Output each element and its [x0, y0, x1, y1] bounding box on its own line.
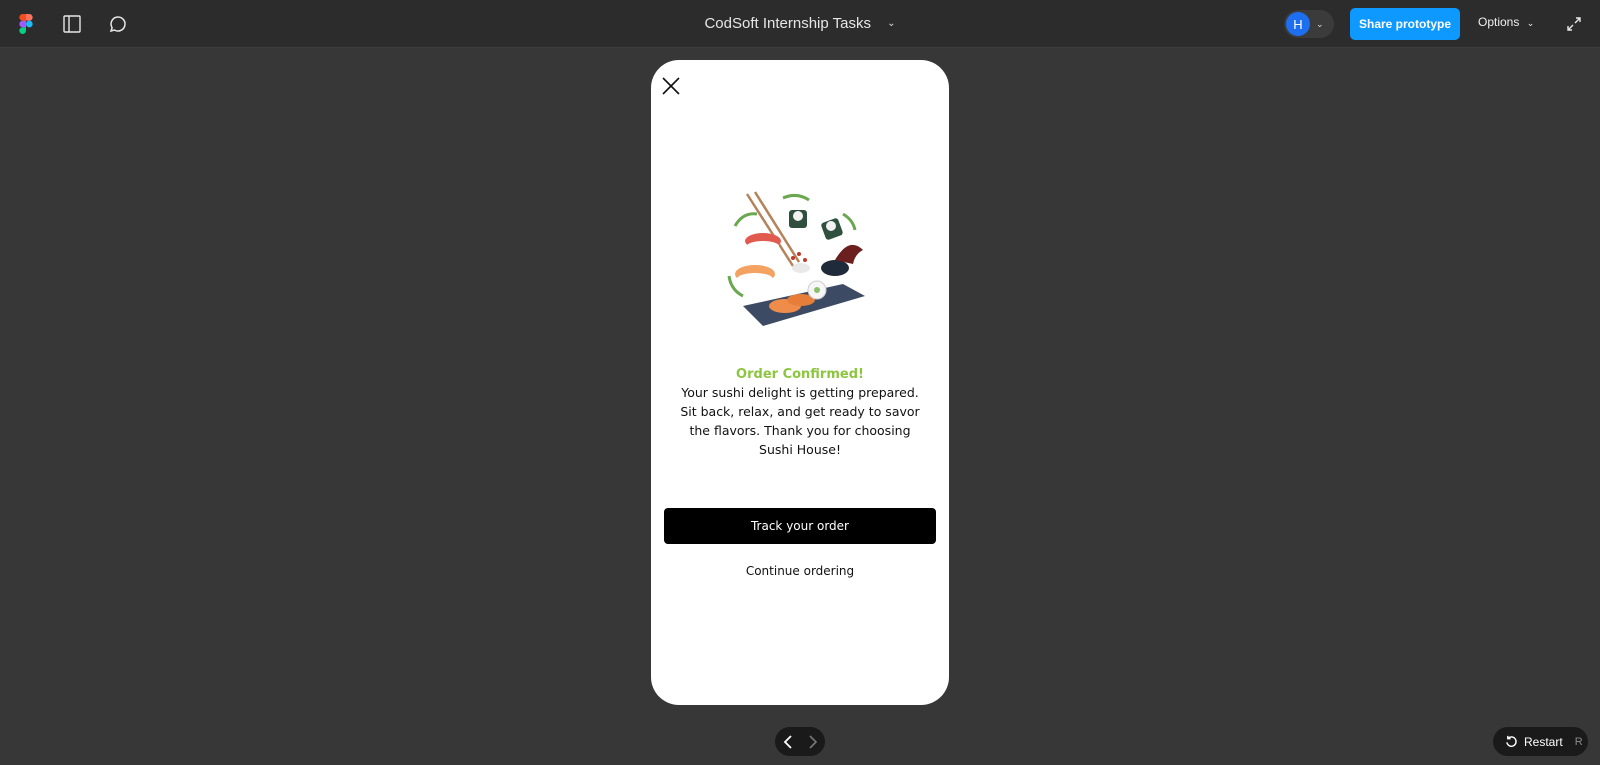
prototype-navigation — [775, 727, 825, 756]
sushi-illustration — [727, 191, 865, 326]
confirmation-body-text: Your sushi delight is getting prepared. … — [671, 383, 929, 459]
order-confirmed-heading: Order Confirmed! — [736, 367, 864, 382]
share-prototype-button[interactable]: Share prototype — [1350, 8, 1460, 40]
continue-ordering-link[interactable]: Continue ordering — [651, 564, 949, 578]
close-icon[interactable] — [661, 76, 681, 96]
restart-button[interactable]: Restart R — [1493, 727, 1588, 756]
order-confirmation-message: Order Confirmed! Your sushi delight is g… — [671, 367, 929, 459]
track-order-button[interactable]: Track your order — [664, 508, 936, 544]
chevron-right-icon[interactable] — [804, 733, 822, 751]
chevron-left-icon[interactable] — [779, 733, 797, 751]
body-line: Sit back, relax, and get ready to savor — [680, 404, 920, 419]
restart-icon — [1505, 735, 1518, 748]
user-avatar-menu[interactable]: H ⌄ — [1284, 10, 1334, 38]
body-line: Your sushi delight is getting prepared. — [681, 385, 919, 400]
restart-shortcut-key: R — [1574, 735, 1583, 748]
options-label: Options — [1478, 15, 1520, 29]
options-menu-button[interactable]: Options ⌄ — [1478, 15, 1534, 29]
body-line: the flavors. Thank you for choosing — [689, 423, 911, 438]
chevron-down-icon: ⌄ — [1316, 18, 1324, 29]
restart-label: Restart — [1524, 734, 1563, 749]
top-toolbar: CodSoft Internship Tasks ⌄ H ⌄ Share pro… — [0, 0, 1600, 48]
body-line: Sushi House! — [759, 442, 841, 457]
prototype-frame: Order Confirmed! Your sushi delight is g… — [651, 60, 949, 705]
avatar: H — [1286, 12, 1310, 36]
expand-icon[interactable] — [1562, 12, 1586, 36]
chevron-down-icon: ⌄ — [887, 18, 896, 29]
chevron-down-icon: ⌄ — [1526, 18, 1535, 28]
document-title-text: CodSoft Internship Tasks — [704, 15, 871, 32]
